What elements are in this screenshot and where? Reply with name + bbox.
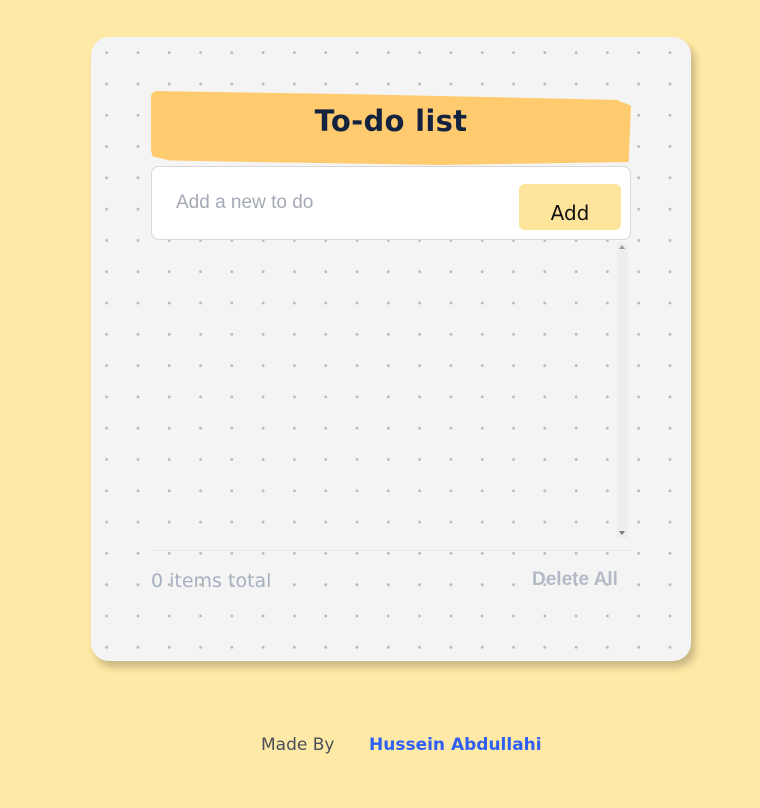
delete-all-button[interactable]: Delete All xyxy=(532,569,618,591)
made-by-label: Made By xyxy=(261,735,335,755)
list-scrollbar[interactable] xyxy=(617,242,628,538)
new-todo-input[interactable] xyxy=(166,181,506,225)
author-link[interactable]: Hussein Abdullahi xyxy=(369,735,542,755)
scroll-up-icon[interactable] xyxy=(619,245,625,249)
title-banner: To-do list xyxy=(151,91,631,165)
page-footer: Made By Hussein Abdullahi xyxy=(0,735,760,759)
add-button[interactable]: Add xyxy=(519,184,621,230)
new-todo-form: Add xyxy=(151,166,631,240)
footer-divider xyxy=(151,550,631,551)
page-title: To-do list xyxy=(314,104,468,138)
todo-list xyxy=(151,242,631,538)
todo-card: To-do list Add 0 items total Delete All xyxy=(91,37,691,661)
items-total-count: 0 items total xyxy=(151,570,272,592)
scroll-down-icon[interactable] xyxy=(619,531,625,535)
